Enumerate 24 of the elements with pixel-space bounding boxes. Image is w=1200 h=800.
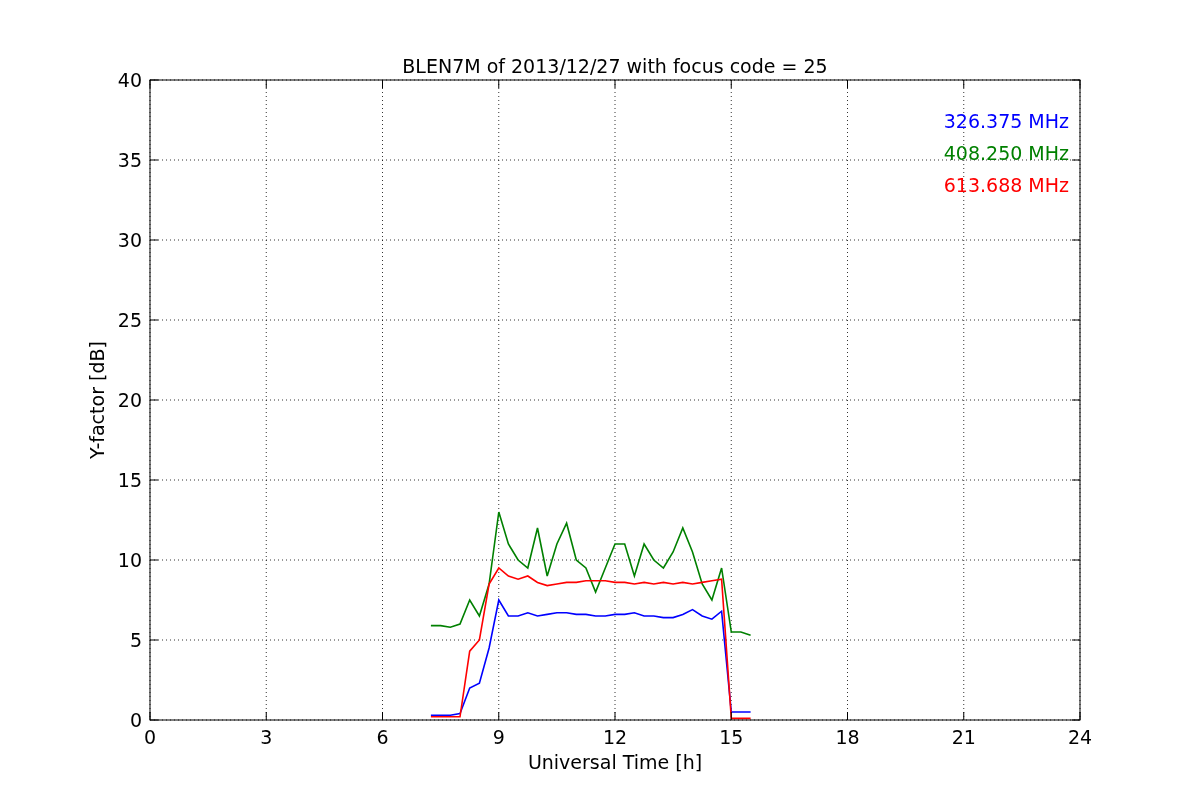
legend-label: 408.250 MHz bbox=[943, 142, 1069, 164]
x-tick-label: 21 bbox=[951, 726, 976, 748]
x-tick-label: 15 bbox=[719, 726, 744, 748]
x-tick-label: 3 bbox=[260, 726, 273, 748]
y-axis-label: Y-factor [dB] bbox=[86, 341, 108, 459]
x-tick-label: 6 bbox=[376, 726, 389, 748]
y-tick-label: 40 bbox=[117, 69, 142, 91]
x-tick-label: 0 bbox=[143, 726, 157, 748]
y-tick-label: 30 bbox=[117, 229, 142, 251]
y-tick-label: 35 bbox=[117, 149, 142, 171]
y-tick-label: 15 bbox=[117, 469, 142, 491]
legend-label: 326.375 MHz bbox=[943, 110, 1069, 132]
chart-title: BLEN7M of 2013/12/27 with focus code = 25 bbox=[402, 55, 828, 77]
y-tick-label: 25 bbox=[117, 309, 142, 331]
x-tick-label: 12 bbox=[602, 726, 628, 748]
y-tick-label: 5 bbox=[129, 629, 142, 651]
y-tick-label: 10 bbox=[117, 549, 142, 571]
y-tick-label: 20 bbox=[117, 389, 142, 411]
x-tick-label: 18 bbox=[835, 726, 860, 748]
x-tick-label: 9 bbox=[492, 726, 505, 748]
legend-label: 613.688 MHz bbox=[943, 174, 1069, 196]
x-axis-label: Universal Time [h] bbox=[527, 751, 703, 773]
x-tick-label: 24 bbox=[1067, 726, 1093, 748]
y-tick-label: 0 bbox=[129, 709, 142, 731]
